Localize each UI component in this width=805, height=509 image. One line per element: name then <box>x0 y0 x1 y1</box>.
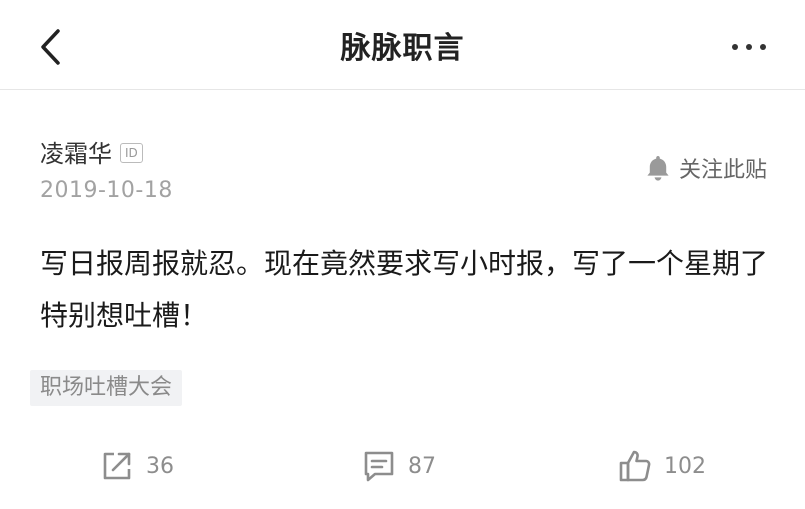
like-button[interactable]: 102 <box>618 440 706 492</box>
comment-button[interactable]: 87 <box>362 440 436 492</box>
page-title: 脉脉职言 <box>340 31 465 66</box>
post-date: 2019-10-18 <box>40 178 173 203</box>
share-count: 36 <box>146 453 174 479</box>
post-author: 凌霜华 ID <box>40 134 143 169</box>
author-name[interactable]: 凌霜华 <box>40 134 112 169</box>
id-badge: ID <box>120 142 143 163</box>
comment-count: 87 <box>408 453 436 479</box>
post-content: 写日报周报就忍。现在竟然要求写小时报，写了一个星期了特别想吐槽！ <box>40 247 769 332</box>
top-nav-bar: 脉脉职言 <box>0 0 805 90</box>
more-dot <box>746 44 752 50</box>
share-button[interactable]: 36 <box>100 440 174 492</box>
more-options-button[interactable] <box>723 30 775 64</box>
like-count: 102 <box>664 453 706 479</box>
follow-post-button[interactable]: 关注此贴 <box>645 152 767 184</box>
share-icon <box>103 452 131 480</box>
comment-icon <box>364 451 394 482</box>
bell-icon <box>647 156 669 181</box>
more-dot <box>760 44 766 50</box>
thumbs-up-icon <box>619 450 651 482</box>
follow-label: 关注此贴 <box>678 158 767 183</box>
more-horizontal-icon <box>732 44 738 50</box>
post-action-bar: 36 87 102 <box>0 440 805 492</box>
topic-tag[interactable]: 职场吐槽大会 <box>30 370 183 406</box>
